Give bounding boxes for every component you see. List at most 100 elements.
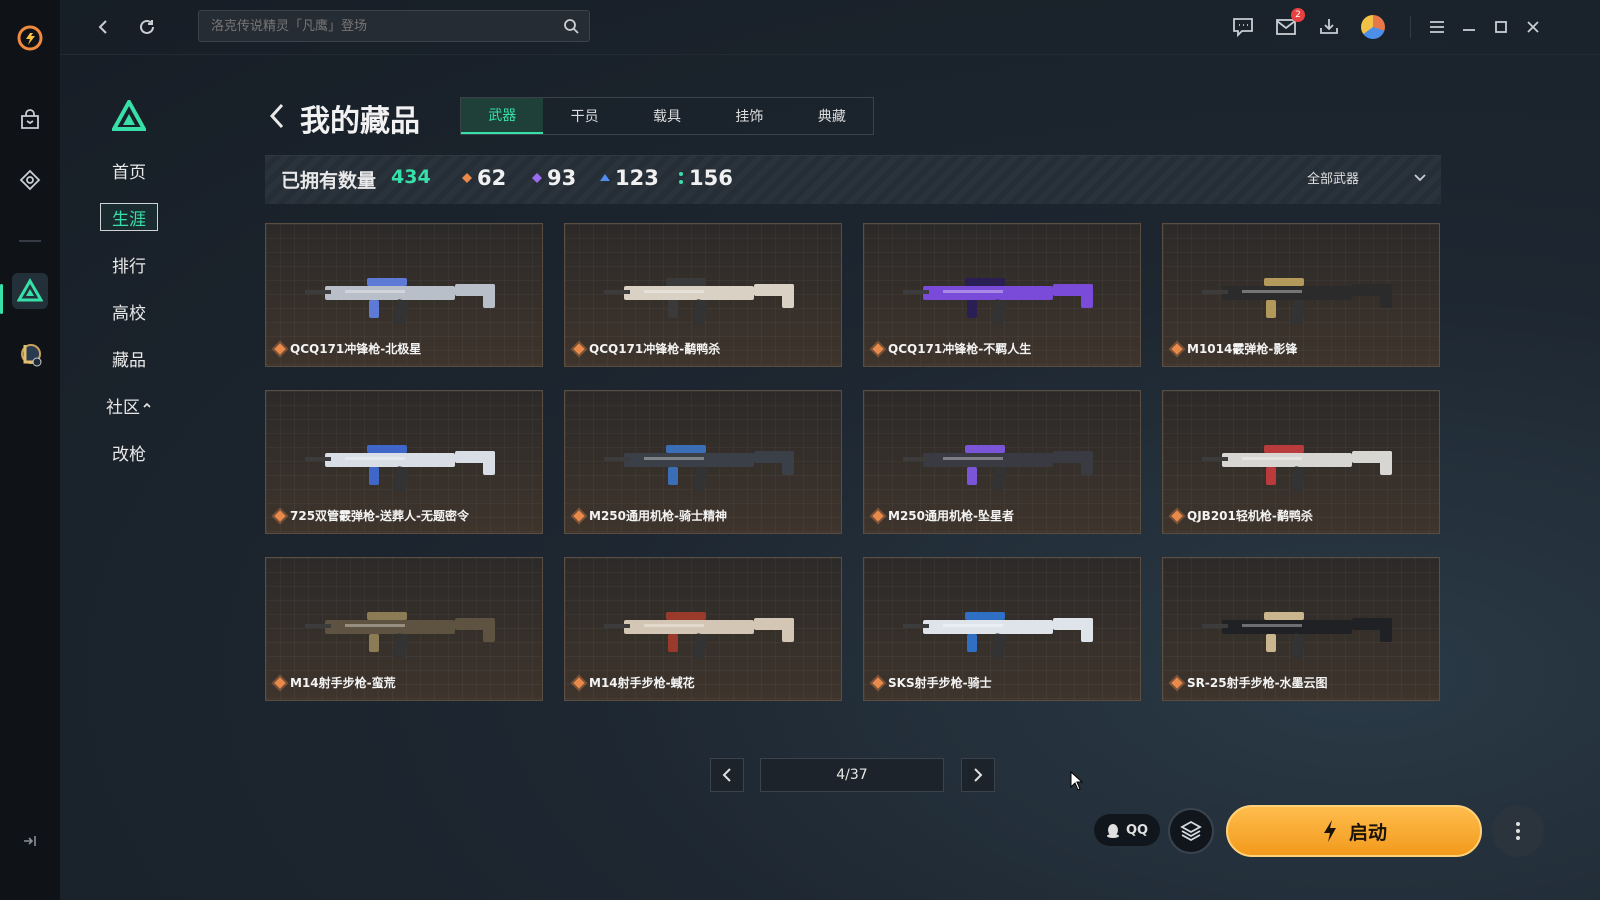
weapon-name: QCQ171冲锋枪-不羁人生 bbox=[888, 342, 1032, 356]
lightning-icon bbox=[1323, 820, 1336, 842]
nav-item-gunsmith[interactable]: 改枪 bbox=[100, 438, 158, 466]
launch-button[interactable]: 启动 bbox=[1226, 805, 1482, 857]
rarity-green-value: 156 bbox=[689, 166, 733, 190]
tab-weapons[interactable]: 武器 bbox=[461, 98, 544, 134]
weapon-image bbox=[1202, 278, 1392, 325]
search-icon[interactable] bbox=[563, 18, 579, 34]
weapon-name: QCQ171冲锋枪-鹬鸭杀 bbox=[589, 342, 721, 356]
app-logo-icon[interactable] bbox=[12, 20, 48, 56]
weapon-image bbox=[1202, 445, 1392, 492]
weapon-name: QCQ171冲锋枪-北极星 bbox=[290, 342, 422, 356]
league-game-icon[interactable] bbox=[12, 336, 48, 372]
qq-label: QQ bbox=[1125, 822, 1149, 838]
coupon-tag-icon[interactable] bbox=[12, 162, 48, 198]
menu-icon[interactable] bbox=[1424, 14, 1450, 40]
delta-force-game-icon[interactable] bbox=[12, 273, 48, 309]
page-title: 我的藏品 bbox=[300, 104, 420, 139]
search-input[interactable] bbox=[209, 17, 563, 35]
more-options-button[interactable] bbox=[1492, 805, 1544, 857]
rarity-gold-icon bbox=[274, 676, 286, 689]
nav-item-home[interactable]: 首页 bbox=[100, 156, 158, 184]
weapon-filter-dropdown[interactable]: 全部武器 bbox=[1307, 168, 1427, 187]
store-bag-icon[interactable] bbox=[12, 102, 48, 138]
page-indicator: 4/37 bbox=[760, 758, 944, 792]
weapon-image bbox=[305, 612, 495, 659]
close-icon[interactable] bbox=[1520, 14, 1546, 40]
back-arrow-icon[interactable] bbox=[268, 102, 286, 134]
weapon-card[interactable]: M250通用机枪-坠星者 bbox=[863, 390, 1141, 534]
rarity-gold-icon bbox=[462, 173, 472, 183]
rarity-green-icon bbox=[679, 172, 683, 184]
weapon-name: SKS射手步枪-骑士 bbox=[888, 676, 992, 690]
chevron-right-icon bbox=[974, 768, 983, 782]
rarity-blue-value: 123 bbox=[615, 166, 659, 190]
weapon-label: M14射手步枪-蜮花 bbox=[573, 674, 695, 691]
chevron-down-icon bbox=[1414, 173, 1426, 181]
mail-icon[interactable]: 2 bbox=[1273, 8, 1305, 40]
nav-item-college[interactable]: 高校 bbox=[100, 297, 158, 325]
maximize-icon[interactable] bbox=[1488, 14, 1514, 40]
collection-stats-bar: 已拥有数量 434 62 93 123 156 全部武器 bbox=[265, 155, 1441, 204]
layers-icon bbox=[1180, 820, 1202, 842]
rarity-gold-icon bbox=[1171, 509, 1183, 522]
weapon-card[interactable]: QCQ171冲锋枪-不羁人生 bbox=[863, 223, 1141, 367]
chat-icon[interactable] bbox=[1230, 14, 1256, 40]
rarity-gold-icon bbox=[573, 342, 585, 355]
weapon-card[interactable]: QCQ171冲锋枪-北极星 bbox=[265, 223, 543, 367]
nav-item-career[interactable]: 生涯 bbox=[100, 203, 158, 231]
weapon-label: 725双管霰弹枪-送葬人-无题密令 bbox=[274, 507, 469, 524]
rarity-gold-icon bbox=[1171, 676, 1183, 689]
rarity-gold-icon bbox=[573, 509, 585, 522]
nav-item-community-label: 社区 bbox=[106, 397, 140, 418]
weapon-card[interactable]: SR-25射手步枪-水墨云图 bbox=[1162, 557, 1440, 701]
nav-item-ranking[interactable]: 排行 bbox=[100, 250, 158, 278]
rarity-purple-count: 93 bbox=[531, 166, 576, 190]
minimize-icon[interactable] bbox=[1456, 14, 1482, 40]
rarity-gold-icon bbox=[872, 342, 884, 355]
weapon-card[interactable]: QJB201轻机枪-鹬鸭杀 bbox=[1162, 390, 1440, 534]
user-avatar[interactable] bbox=[1360, 14, 1386, 40]
expand-sidebar-icon[interactable] bbox=[16, 828, 42, 854]
prev-page-button[interactable] bbox=[710, 758, 744, 792]
more-vertical-icon bbox=[1516, 822, 1520, 840]
mail-badge: 2 bbox=[1291, 8, 1305, 22]
download-icon[interactable] bbox=[1316, 14, 1342, 40]
rarity-gold-icon bbox=[274, 342, 286, 355]
weapon-name: M14射手步枪-蛮荒 bbox=[290, 676, 396, 690]
weapon-label: SR-25射手步枪-水墨云图 bbox=[1171, 674, 1328, 691]
weapon-card[interactable]: 725双管霰弹枪-送葬人-无题密令 bbox=[265, 390, 543, 534]
tab-charms[interactable]: 挂饰 bbox=[708, 98, 790, 134]
weapon-image bbox=[903, 612, 1093, 659]
collection-tabs: 武器 干员 载具 挂饰 典藏 bbox=[460, 97, 874, 135]
owned-label: 已拥有数量 bbox=[281, 170, 377, 192]
weapon-card[interactable]: M14射手步枪-蜮花 bbox=[564, 557, 842, 701]
app-rail bbox=[0, 0, 61, 900]
tab-operators[interactable]: 干员 bbox=[543, 98, 625, 134]
weapon-image bbox=[903, 445, 1093, 492]
weapon-image bbox=[1202, 612, 1392, 659]
weapon-card[interactable]: M1014霰弹枪-影锋 bbox=[1162, 223, 1440, 367]
tab-archive[interactable]: 典藏 bbox=[791, 98, 873, 134]
nav-item-collection[interactable]: 藏品 bbox=[100, 344, 158, 372]
rarity-gold-value: 62 bbox=[477, 166, 507, 190]
weapon-card[interactable]: M14射手步枪-蛮荒 bbox=[265, 557, 543, 701]
weapon-label: M14射手步枪-蛮荒 bbox=[274, 674, 396, 691]
tab-vehicles[interactable]: 载具 bbox=[626, 98, 708, 134]
weapon-image bbox=[305, 445, 495, 492]
refresh-icon[interactable] bbox=[134, 14, 160, 40]
qq-login-button[interactable]: QQ bbox=[1094, 814, 1160, 846]
weapon-name: M250通用机枪-坠星者 bbox=[888, 509, 1014, 523]
weapon-image bbox=[604, 612, 794, 659]
weapon-image bbox=[604, 445, 794, 492]
layers-button[interactable] bbox=[1168, 808, 1214, 854]
weapon-label: QCQ171冲锋枪-北极星 bbox=[274, 340, 422, 357]
weapon-card[interactable]: SKS射手步枪-骑士 bbox=[863, 557, 1141, 701]
weapon-card[interactable]: M250通用机枪-骑士精神 bbox=[564, 390, 842, 534]
weapon-name: SR-25射手步枪-水墨云图 bbox=[1187, 676, 1328, 690]
weapon-card[interactable]: QCQ171冲锋枪-鹬鸭杀 bbox=[564, 223, 842, 367]
back-icon[interactable] bbox=[90, 14, 116, 40]
qq-penguin-icon bbox=[1106, 824, 1119, 838]
chevron-up-icon bbox=[143, 402, 151, 408]
nav-item-community[interactable]: 社区 bbox=[100, 391, 158, 419]
next-page-button[interactable] bbox=[961, 758, 995, 792]
